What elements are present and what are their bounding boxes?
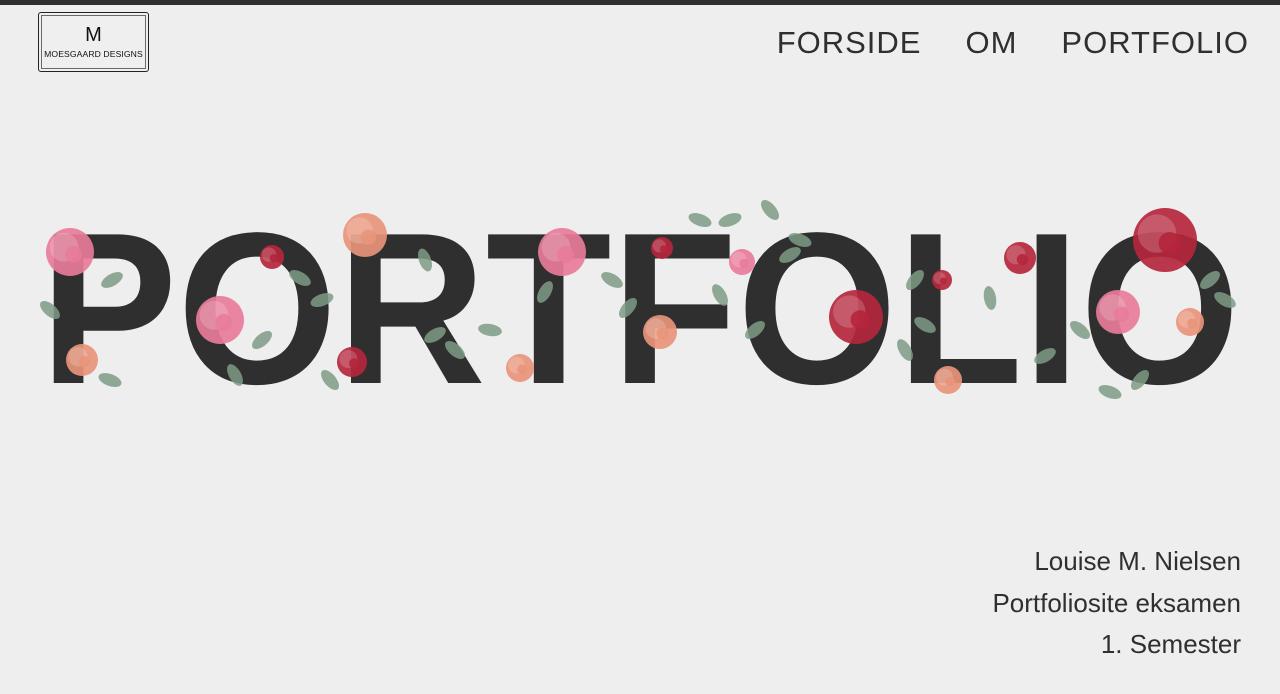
flower-icon [343, 213, 387, 257]
logo-frame: M MOESGAARD DESIGNS [41, 15, 146, 69]
flower-icon [829, 290, 883, 344]
semester-label: 1. Semester [1100, 629, 1241, 659]
nav-link-portfolio[interactable]: PORTFOLIO [1061, 24, 1249, 62]
project-subtitle: Portfoliosite eksamen [992, 587, 1241, 618]
flower-icon [196, 296, 244, 344]
logo-text: MOESGAARD DESIGNS [44, 49, 143, 59]
author-name: Louise M. Nielsen [1034, 546, 1241, 576]
flower-icon [729, 249, 755, 275]
main-nav: FORSIDE OM PORTFOLIO [777, 24, 1249, 62]
flower-icon [1133, 208, 1197, 272]
hero-graphic: PORTFOLIO [40, 187, 1240, 420]
flower-icon [651, 237, 673, 259]
flower-icon [66, 344, 98, 376]
flower-icon [260, 245, 284, 269]
top-border-bar [0, 0, 1280, 5]
flower-icon [1004, 242, 1036, 274]
logo[interactable]: M MOESGAARD DESIGNS [38, 12, 149, 72]
nav-link-forside[interactable]: FORSIDE [777, 24, 922, 62]
flower-icon [1096, 290, 1140, 334]
flower-icon [538, 228, 586, 276]
flower-icon [1176, 308, 1204, 336]
hero-banner: PORTFOLIO [0, 180, 1280, 420]
flower-icon [643, 315, 677, 349]
flower-icon [506, 354, 534, 382]
flower-icon [46, 228, 94, 276]
flower-icon [337, 347, 367, 377]
flower-icon [934, 366, 962, 394]
logo-mark: M [85, 24, 102, 46]
flower-icon [932, 270, 952, 290]
nav-link-om[interactable]: OM [965, 24, 1017, 62]
author-info: Louise M. Nielsen Portfoliosite eksamen … [992, 541, 1241, 666]
